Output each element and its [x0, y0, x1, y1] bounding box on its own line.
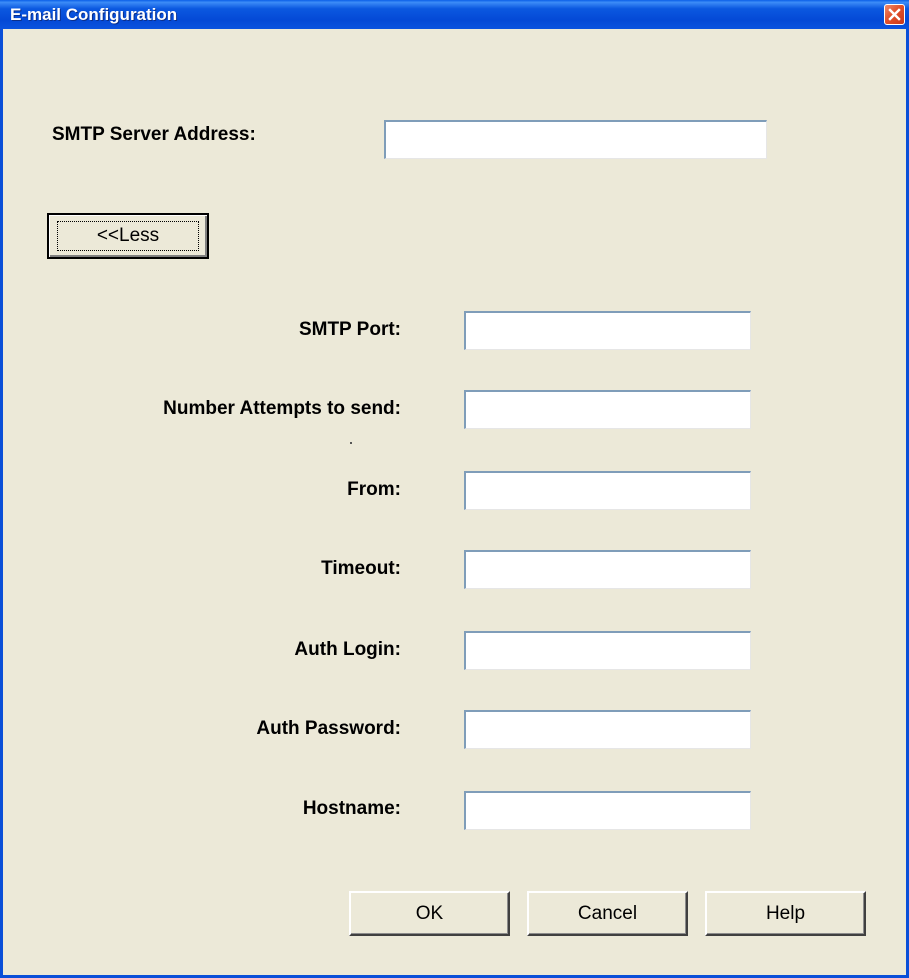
smtp-server-address-input[interactable]	[384, 120, 767, 159]
timeout-label: Timeout:	[321, 558, 401, 579]
auth-login-input[interactable]	[464, 631, 751, 670]
window-title: E-mail Configuration	[10, 5, 178, 24]
help-button[interactable]: Help	[705, 891, 866, 936]
number-attempts-label: Number Attempts to send:	[163, 398, 401, 419]
title-bar[interactable]: E-mail Configuration	[0, 0, 909, 29]
ok-button[interactable]: OK	[349, 891, 510, 936]
from-label: From:	[347, 479, 401, 500]
hostname-input[interactable]	[464, 791, 751, 830]
less-button-label: <<Less	[96, 225, 160, 246]
from-input[interactable]	[464, 471, 751, 510]
cancel-button[interactable]: Cancel	[527, 891, 688, 936]
timeout-input[interactable]	[464, 550, 751, 589]
dialog-body: SMTP Server Address: <<Less SMTP Port: N…	[3, 29, 906, 975]
auth-password-label: Auth Password:	[256, 718, 401, 739]
close-icon	[888, 8, 901, 21]
close-button[interactable]	[884, 4, 905, 25]
stray-dot	[350, 442, 352, 444]
smtp-port-input[interactable]	[464, 311, 751, 350]
number-attempts-input[interactable]	[464, 390, 751, 429]
auth-password-input[interactable]	[464, 710, 751, 749]
email-configuration-dialog: E-mail Configuration SMTP Server Address…	[0, 0, 909, 978]
cancel-button-label: Cancel	[577, 902, 638, 924]
smtp-port-label: SMTP Port:	[298, 319, 401, 340]
auth-login-label: Auth Login:	[294, 639, 401, 660]
smtp-server-address-label: SMTP Server Address:	[52, 124, 256, 145]
ok-button-label: OK	[415, 902, 444, 924]
hostname-label: Hostname:	[302, 798, 401, 819]
focus-indicator: <<Less	[57, 221, 199, 251]
help-button-label: Help	[765, 902, 806, 924]
less-button[interactable]: <<Less	[47, 213, 209, 259]
